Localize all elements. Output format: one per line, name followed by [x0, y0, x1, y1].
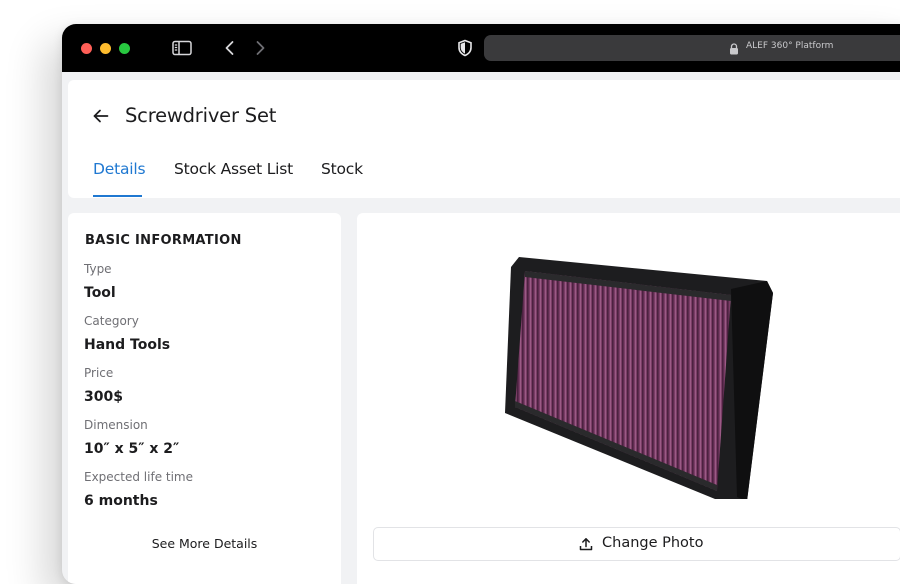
- expected-life-time-label: Expected life time: [84, 470, 194, 484]
- close-window-button[interactable]: [81, 43, 92, 54]
- price-label: Price: [84, 366, 114, 380]
- minimize-window-button[interactable]: [100, 43, 111, 54]
- section-title: BASIC INFORMATION: [85, 233, 242, 248]
- address-text: ALEF 360° Platform: [746, 41, 834, 51]
- category-value: Hand Tools: [84, 337, 171, 353]
- tab-details[interactable]: Details: [93, 160, 146, 178]
- lock-icon: [729, 42, 739, 55]
- page-header: Screwdriver Set Details Stock Asset List…: [68, 80, 900, 198]
- tab-stock-asset-list[interactable]: Stock Asset List: [174, 160, 293, 178]
- active-tab-indicator: [93, 195, 142, 197]
- shield-icon[interactable]: [455, 38, 475, 58]
- page-title: Screwdriver Set: [125, 104, 277, 127]
- address-bar[interactable]: ALEF 360° Platform: [484, 35, 900, 61]
- change-photo-label: Change Photo: [602, 535, 704, 551]
- product-photo-card: Change Photo: [357, 213, 900, 584]
- basic-information-card: BASIC INFORMATION Type Tool Category Han…: [68, 213, 341, 584]
- category-label: Category: [84, 314, 139, 328]
- upload-icon: [579, 537, 593, 551]
- expected-life-time-value: 6 months: [84, 493, 158, 509]
- browser-back-icon[interactable]: [220, 38, 240, 58]
- dimension-label: Dimension: [84, 418, 148, 432]
- back-arrow-icon[interactable]: [91, 106, 111, 126]
- maximize-window-button[interactable]: [119, 43, 130, 54]
- tab-stock[interactable]: Stock: [321, 160, 363, 178]
- see-more-details-link[interactable]: See More Details: [68, 536, 341, 551]
- browser-window: ALEF 360° Platform Screwdriver Set Detai…: [62, 24, 900, 584]
- browser-forward-icon[interactable]: [250, 38, 270, 58]
- change-photo-button[interactable]: Change Photo: [373, 527, 900, 561]
- product-photo: [505, 257, 773, 499]
- sidebar-toggle-icon[interactable]: [172, 38, 192, 58]
- price-value: 300$: [84, 389, 123, 405]
- browser-titlebar: ALEF 360° Platform: [62, 24, 900, 72]
- dimension-value: 10″ x 5″ x 2″: [84, 441, 180, 457]
- type-value: Tool: [84, 285, 116, 301]
- type-label: Type: [84, 262, 112, 276]
